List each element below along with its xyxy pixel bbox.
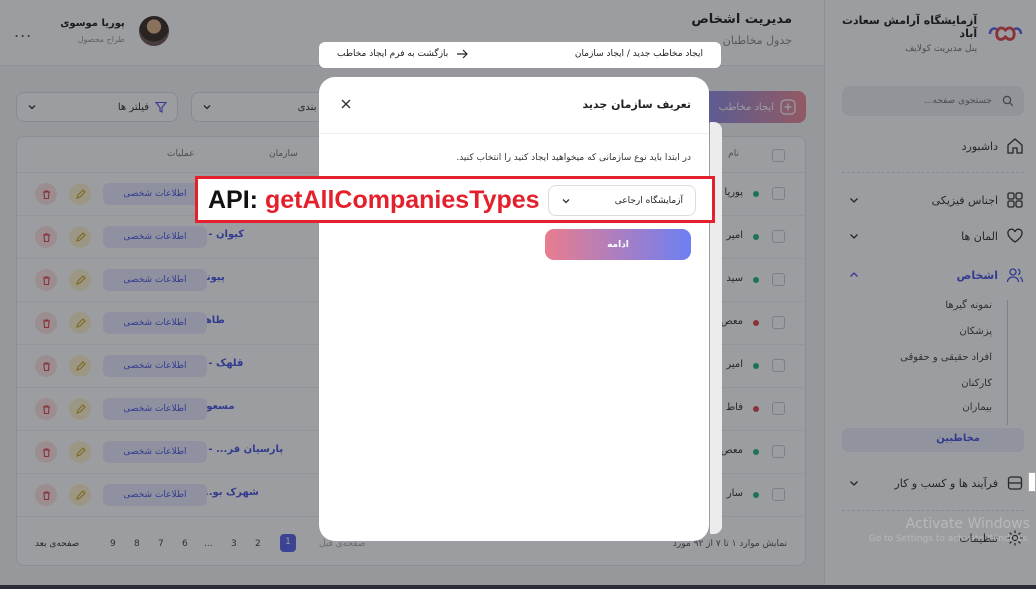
back-to-contact-form-button[interactable]: بازگشت به فرم ایجاد مخاطب (337, 49, 469, 59)
chevron-down-icon (562, 198, 570, 203)
windows-watermark: Activate Windows Go to Settings to activ… (869, 516, 1030, 544)
api-prefix: API: (208, 186, 265, 214)
api-annotation: API: getAllCompaniesTypes آزمایشگاه ارجا… (195, 176, 715, 223)
modal-title: تعریف سازمان جدید (582, 98, 691, 111)
api-label: API: getAllCompaniesTypes (208, 186, 540, 215)
modal-breadcrumb: ایجاد مخاطب جدید / ایجاد سازمان بازگشت ب… (319, 42, 721, 68)
watermark-line-2: Go to Settings to activate Windows. (868, 534, 1030, 544)
close-icon[interactable] (339, 97, 353, 111)
watermark-line-1: Activate Windows (905, 516, 1030, 532)
api-name: getAllCompaniesTypes (264, 186, 540, 214)
continue-button[interactable]: ادامه (545, 229, 691, 260)
company-type-select-highlight[interactable]: آزمایشگاه ارجاعی (548, 185, 696, 216)
back-label: بازگشت به فرم ایجاد مخاطب (337, 49, 449, 59)
side-tab[interactable] (1028, 472, 1036, 492)
breadcrumb-path: ایجاد مخاطب جدید / ایجاد سازمان (574, 49, 703, 59)
taskbar (0, 585, 1036, 589)
company-type-value: آزمایشگاه ارجاعی (614, 195, 683, 206)
arrow-right-icon (457, 49, 469, 59)
modal-divider (319, 133, 709, 134)
create-organization-modal: تعریف سازمان جدید در ابتدا باید نوع سازم… (319, 77, 709, 541)
modal-description: در ابتدا باید نوع سازمانی که میخواهید ای… (456, 153, 691, 163)
